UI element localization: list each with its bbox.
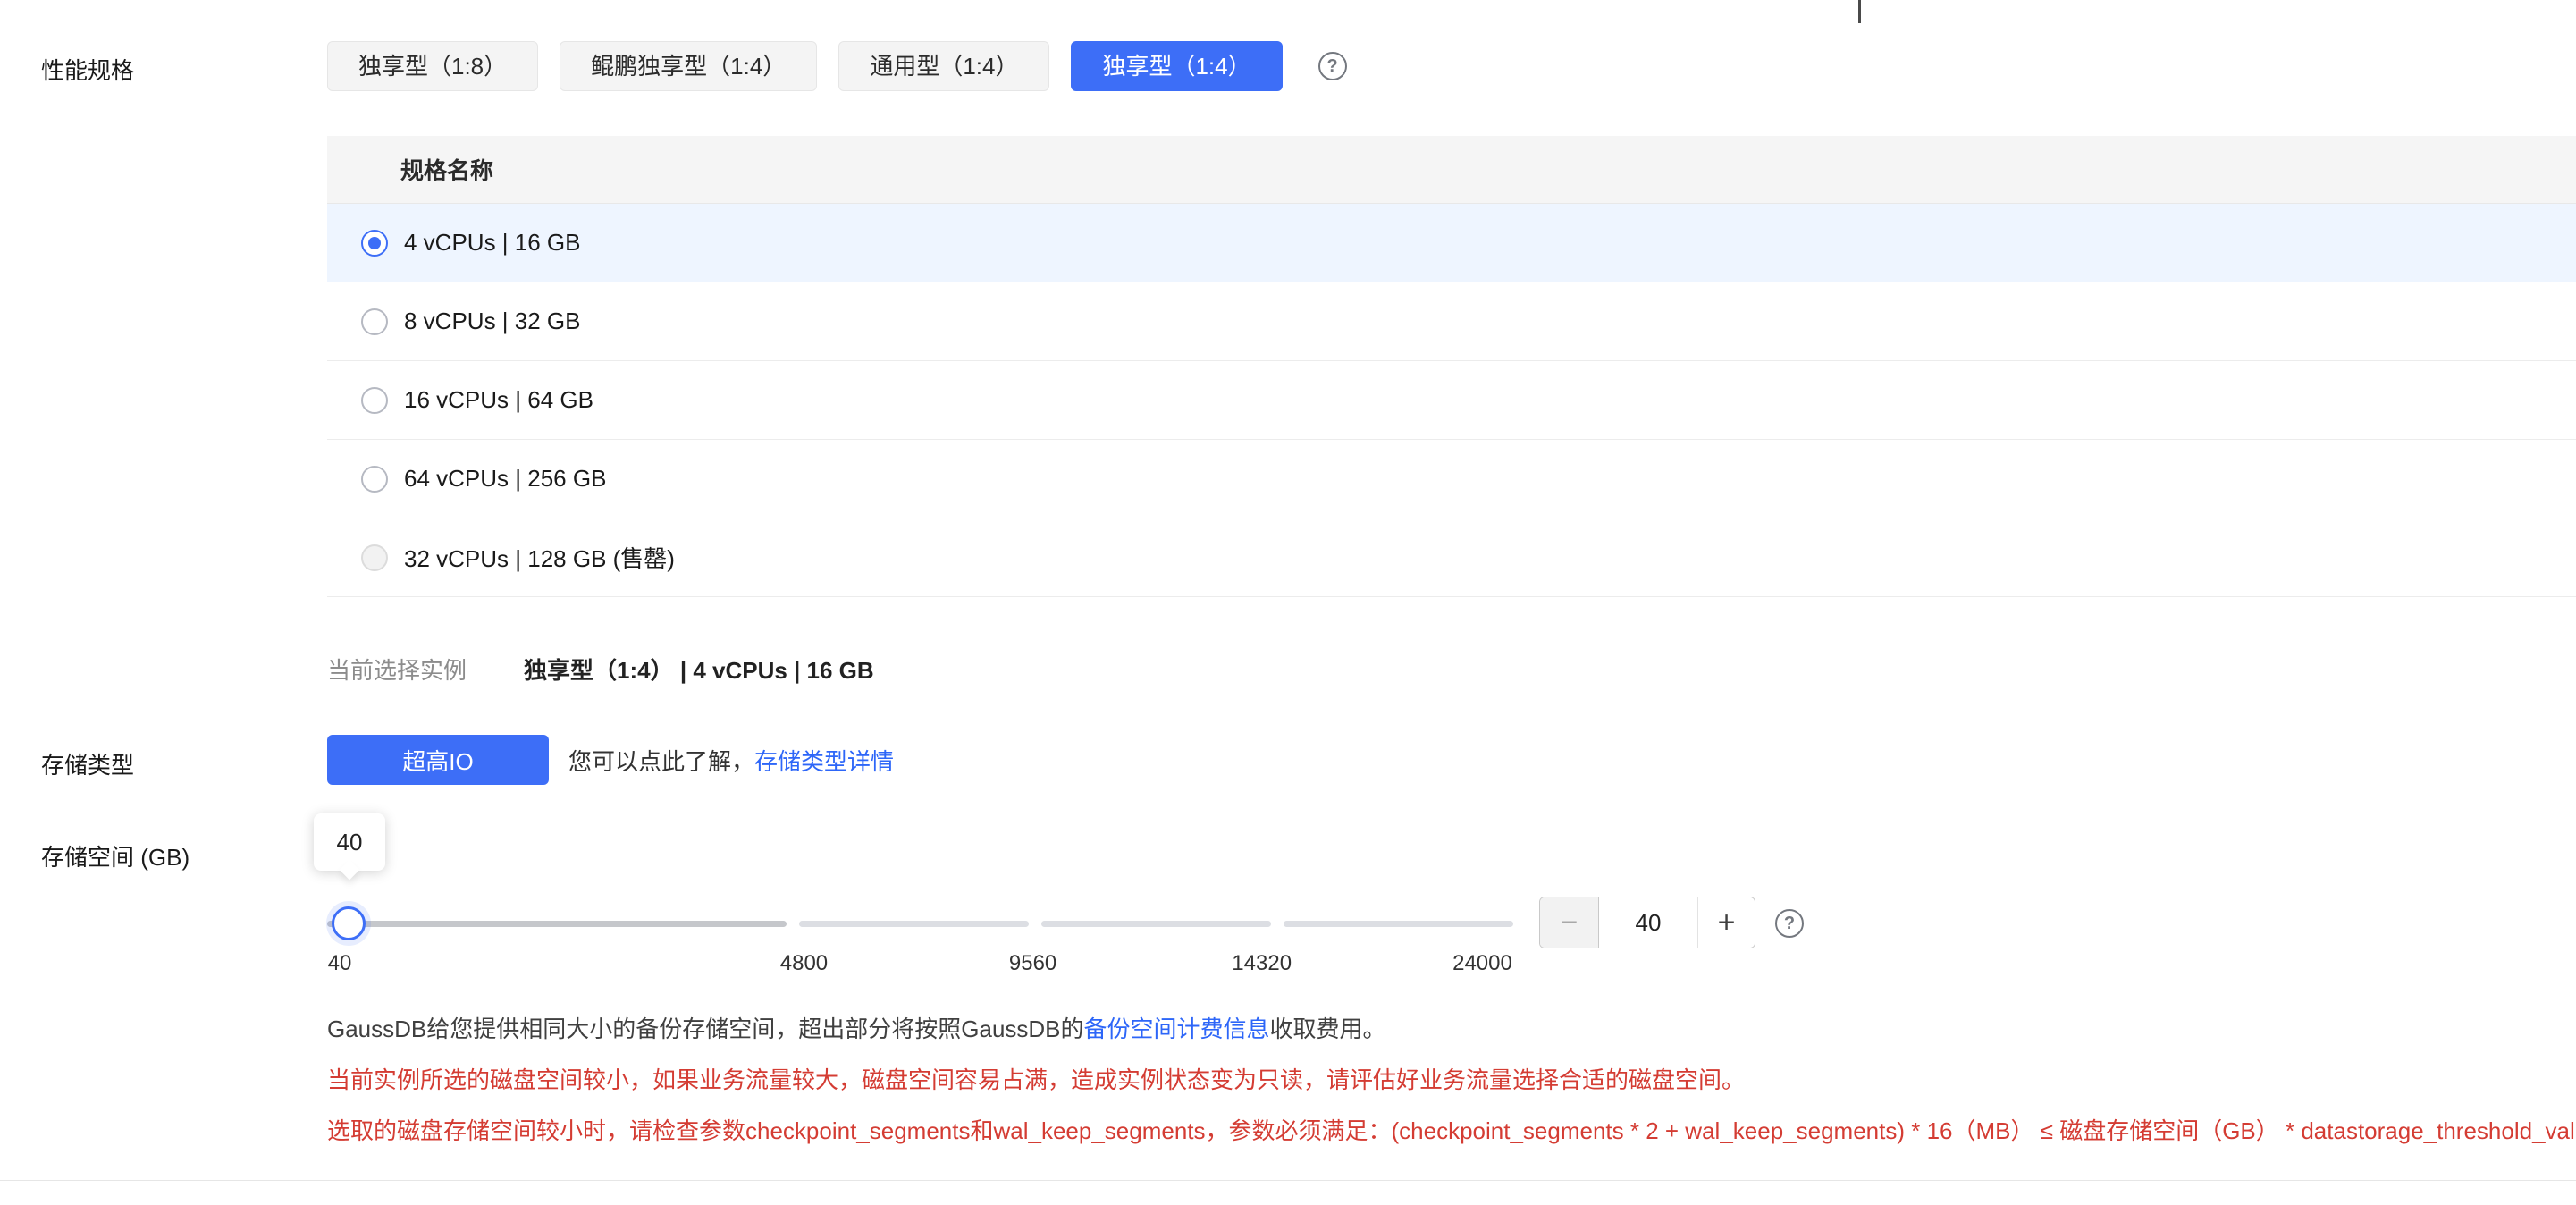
backup-note-prefix: GaussDB给您提供相同大小的备份存储空间，超出部分将按照GaussDB的 xyxy=(327,1015,1084,1042)
slider-segment xyxy=(1041,921,1271,927)
decrease-button[interactable]: − xyxy=(1540,897,1599,948)
tick-label-4800: 4800 xyxy=(780,951,828,976)
storage-type-row: 超高IO 您可以点此了解，存储类型详情 xyxy=(327,735,894,785)
storage-type-label: 存储类型 xyxy=(41,747,134,780)
checkpoint-segments-warning: 选取的磁盘存储空间较小时，请检查参数checkpoint_segments和wa… xyxy=(327,1113,2576,1146)
tick-label-14320: 14320 xyxy=(1232,951,1292,976)
radio-icon[interactable] xyxy=(361,466,388,493)
storage-size-stepper: − + xyxy=(1539,897,1755,948)
current-selection-label: 当前选择实例 xyxy=(327,653,467,686)
spec-row-label: 8 vCPUs | 32 GB xyxy=(404,308,581,335)
radio-checked-icon[interactable] xyxy=(361,230,388,257)
spec-row-8vcpu-32gb[interactable]: 8 vCPUs | 32 GB xyxy=(327,282,2576,361)
slider-value-tooltip: 40 xyxy=(314,813,385,871)
spec-table: 规格名称 4 vCPUs | 16 GB 8 vCPUs | 32 GB 16 … xyxy=(327,136,2576,597)
current-selection: 当前选择实例 独享型（1:4） | 4 vCPUs | 16 GB xyxy=(327,653,874,686)
spec-row-32vcpu-128gb-soldout: 32 vCPUs | 128 GB (售罄) xyxy=(327,518,2576,597)
text-cursor-artifact xyxy=(1858,0,1861,23)
spec-row-label: 64 vCPUs | 256 GB xyxy=(404,465,606,493)
storage-type-hint-text: 您可以点此了解， xyxy=(568,748,754,775)
tab-general-1-4[interactable]: 通用型（1:4） xyxy=(838,41,1049,91)
slider-segment xyxy=(1284,921,1513,927)
spec-row-label: 32 vCPUs | 128 GB (售罄) xyxy=(404,541,675,574)
spec-row-64vcpu-256gb[interactable]: 64 vCPUs | 256 GB xyxy=(327,440,2576,518)
gaussdb-config-page: 性能规格 存储类型 存储空间 (GB) 独享型（1:8） 鲲鹏独享型（1:4） … xyxy=(0,0,2576,1205)
slider-segment xyxy=(799,921,1029,927)
tick-label-24000: 24000 xyxy=(1452,951,1512,976)
spec-row-label: 16 vCPUs | 64 GB xyxy=(404,386,593,414)
storage-type-details-link[interactable]: 存储类型详情 xyxy=(754,748,894,775)
current-selection-value: 独享型（1:4） | 4 vCPUs | 16 GB xyxy=(524,653,874,686)
backup-space-note: GaussDB给您提供相同大小的备份存储空间，超出部分将按照GaussDB的备份… xyxy=(327,1011,1386,1044)
spec-row-4vcpu-16gb[interactable]: 4 vCPUs | 16 GB xyxy=(327,204,2576,282)
storage-type-hint: 您可以点此了解，存储类型详情 xyxy=(568,744,894,777)
storage-slider-handle[interactable] xyxy=(332,906,366,940)
storage-space-label: 存储空间 (GB) xyxy=(41,839,189,872)
radio-icon[interactable] xyxy=(361,387,388,414)
tab-dedicated-1-8[interactable]: 独享型（1:8） xyxy=(327,41,538,91)
flavor-tabs: 独享型（1:8） 鲲鹏独享型（1:4） 通用型（1:4） 独享型（1:4） ? xyxy=(327,41,1347,91)
flavor-help-icon[interactable]: ? xyxy=(1318,52,1347,80)
disk-space-warning: 当前实例所选的磁盘空间较小，如果业务流量较大，磁盘空间容易占满，造成实例状态变为… xyxy=(327,1062,1745,1095)
increase-button[interactable]: + xyxy=(1697,897,1755,948)
radio-icon[interactable] xyxy=(361,308,388,335)
slider-tick-labels: 40 4800 9560 14320 24000 xyxy=(327,951,1513,980)
backup-note-suffix: 收取费用。 xyxy=(1270,1015,1386,1042)
tab-kunpeng-dedicated-1-4[interactable]: 鲲鹏独享型（1:4） xyxy=(560,41,817,91)
tab-dedicated-1-4[interactable]: 独享型（1:4） xyxy=(1071,41,1282,91)
radio-disabled-icon xyxy=(361,544,388,571)
tick-label-40: 40 xyxy=(328,951,352,976)
slider-segment xyxy=(327,921,787,927)
spec-row-label: 4 vCPUs | 16 GB xyxy=(404,229,581,257)
bottom-divider xyxy=(0,1180,2576,1181)
backup-billing-link[interactable]: 备份空间计费信息 xyxy=(1084,1015,1270,1042)
storage-size-input[interactable] xyxy=(1599,897,1697,948)
ultra-high-io-button[interactable]: 超高IO xyxy=(327,735,549,785)
spec-row-16vcpu-64gb[interactable]: 16 vCPUs | 64 GB xyxy=(327,361,2576,440)
performance-spec-label: 性能规格 xyxy=(41,53,134,86)
storage-size-help-icon[interactable]: ? xyxy=(1775,909,1804,938)
spec-table-header: 规格名称 xyxy=(327,136,2576,204)
tick-label-9560: 9560 xyxy=(1009,951,1056,976)
storage-slider-track[interactable] xyxy=(327,921,1513,927)
